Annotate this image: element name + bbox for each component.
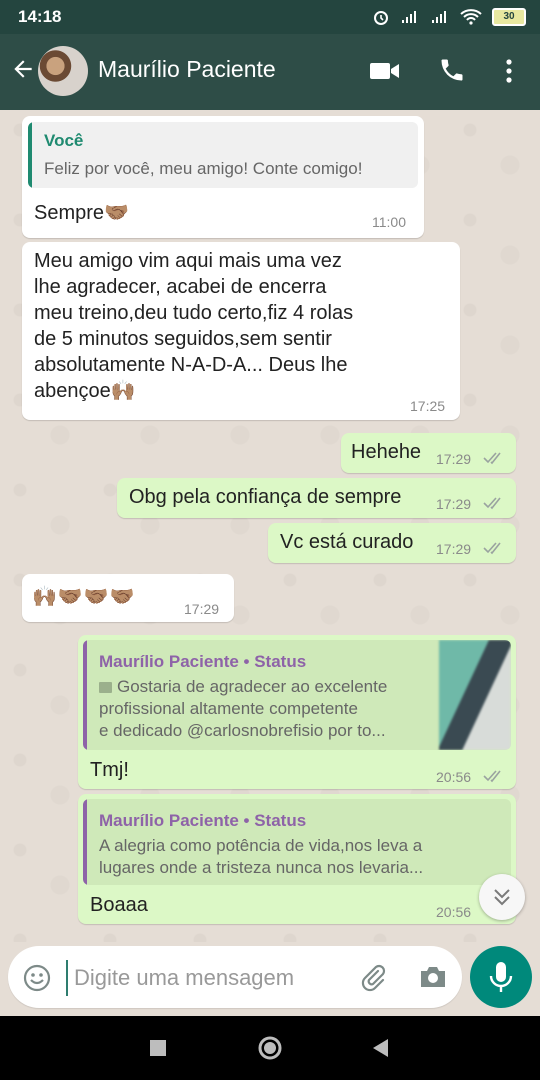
emoji-message: 🙌🏽🤝🏽🤝🏽🤝🏽 — [32, 586, 136, 608]
quote-text: Gostaria de agradecer ao excelente profi… — [99, 677, 388, 740]
scroll-to-bottom-button[interactable] — [479, 874, 525, 920]
message-text: Vc está curado — [280, 531, 414, 553]
quoted-status[interactable]: Maurílio Paciente • Status A alegria com… — [83, 799, 511, 885]
signal-icon — [402, 11, 416, 23]
double-chevron-down-icon — [494, 889, 510, 906]
video-call-icon[interactable] — [370, 60, 400, 82]
voice-call-icon[interactable] — [438, 56, 466, 84]
message-outgoing[interactable]: Hehehe 17:29 — [341, 433, 516, 473]
message-text: Meu amigo vim aqui mais uma vez lhe agra… — [34, 250, 354, 402]
back-arrow-icon[interactable] — [10, 56, 36, 82]
contact-avatar[interactable] — [38, 46, 88, 96]
message-outgoing[interactable]: Obg pela confiança de sempre 17:29 — [117, 478, 516, 518]
quote-author: Maurílio Paciente • Status — [99, 811, 307, 830]
contact-name[interactable]: Maurílio Paciente — [98, 56, 276, 83]
navigation-bar — [0, 1016, 540, 1080]
emoji-icon[interactable] — [22, 963, 52, 993]
message-time: 20:56 — [436, 769, 472, 785]
quoted-status[interactable]: Maurílio Paciente • Status Gostaria de a… — [83, 640, 511, 750]
message-time: 17:29 — [436, 451, 472, 467]
status-bar: 14:18 30 — [0, 0, 540, 34]
read-ticks-icon — [483, 770, 501, 783]
raised-hands-emoji: 🙌🏽 — [110, 380, 136, 402]
message-time: 17:29 — [436, 541, 472, 557]
more-options-icon[interactable] — [500, 58, 518, 84]
message-text: Boaaa — [90, 894, 148, 916]
image-icon — [99, 682, 112, 693]
message-text: Sempre🤝🏽 — [34, 202, 129, 224]
alarm-icon — [374, 11, 388, 25]
quote-author: Maurílio Paciente • Status — [99, 652, 307, 671]
status-thumbnail — [439, 640, 511, 750]
back-nav-icon[interactable] — [370, 1037, 390, 1059]
wifi-icon — [460, 9, 482, 25]
quote-text: A alegria como potência de vida,nos leva… — [99, 836, 424, 877]
message-text: Hehehe — [351, 441, 422, 463]
camera-icon[interactable] — [418, 964, 448, 990]
handshake-emoji: 🤝🏽 — [104, 202, 129, 224]
quote-text: Feliz por você, meu amigo! Conte comigo! — [44, 159, 363, 178]
attach-icon[interactable] — [358, 962, 388, 992]
voice-message-button[interactable] — [470, 946, 532, 1008]
message-incoming[interactable]: Você Feliz por você, meu amigo! Conte co… — [22, 116, 424, 238]
message-time: 11:00 — [372, 214, 406, 230]
recent-apps-icon[interactable] — [148, 1038, 168, 1058]
message-compose — [8, 946, 462, 1008]
message-incoming[interactable]: 🙌🏽🤝🏽🤝🏽🤝🏽 17:29 — [22, 574, 234, 622]
message-time: 17:25 — [410, 398, 446, 414]
read-ticks-icon — [483, 497, 501, 510]
quoted-message[interactable]: Você Feliz por você, meu amigo! Conte co… — [28, 122, 418, 188]
chat-header: Maurílio Paciente — [0, 34, 540, 110]
message-time: 17:29 — [436, 496, 472, 512]
message-text: Obg pela confiança de sempre — [129, 486, 402, 508]
microphone-icon — [489, 962, 513, 992]
message-input-bar — [0, 942, 540, 1016]
message-time: 20:56 — [436, 904, 472, 920]
chat-area[interactable]: Você Feliz por você, meu amigo! Conte co… — [0, 110, 540, 942]
status-time: 14:18 — [18, 7, 62, 26]
message-outgoing[interactable]: Maurílio Paciente • Status Gostaria de a… — [78, 635, 516, 789]
message-input[interactable] — [66, 960, 336, 996]
battery-icon: 30 — [492, 8, 526, 26]
quote-author: Você — [44, 131, 84, 150]
read-ticks-icon — [483, 452, 501, 465]
signal-2-icon — [432, 11, 446, 23]
read-ticks-icon — [483, 542, 501, 555]
home-icon[interactable] — [257, 1035, 283, 1061]
status-icons: 30 — [372, 8, 526, 26]
message-time: 17:29 — [184, 601, 220, 617]
message-incoming[interactable]: Meu amigo vim aqui mais uma vez lhe agra… — [22, 242, 460, 420]
message-outgoing[interactable]: Maurílio Paciente • Status A alegria com… — [78, 794, 516, 924]
message-text: Tmj! — [90, 759, 129, 781]
message-outgoing[interactable]: Vc está curado 17:29 — [268, 523, 516, 563]
